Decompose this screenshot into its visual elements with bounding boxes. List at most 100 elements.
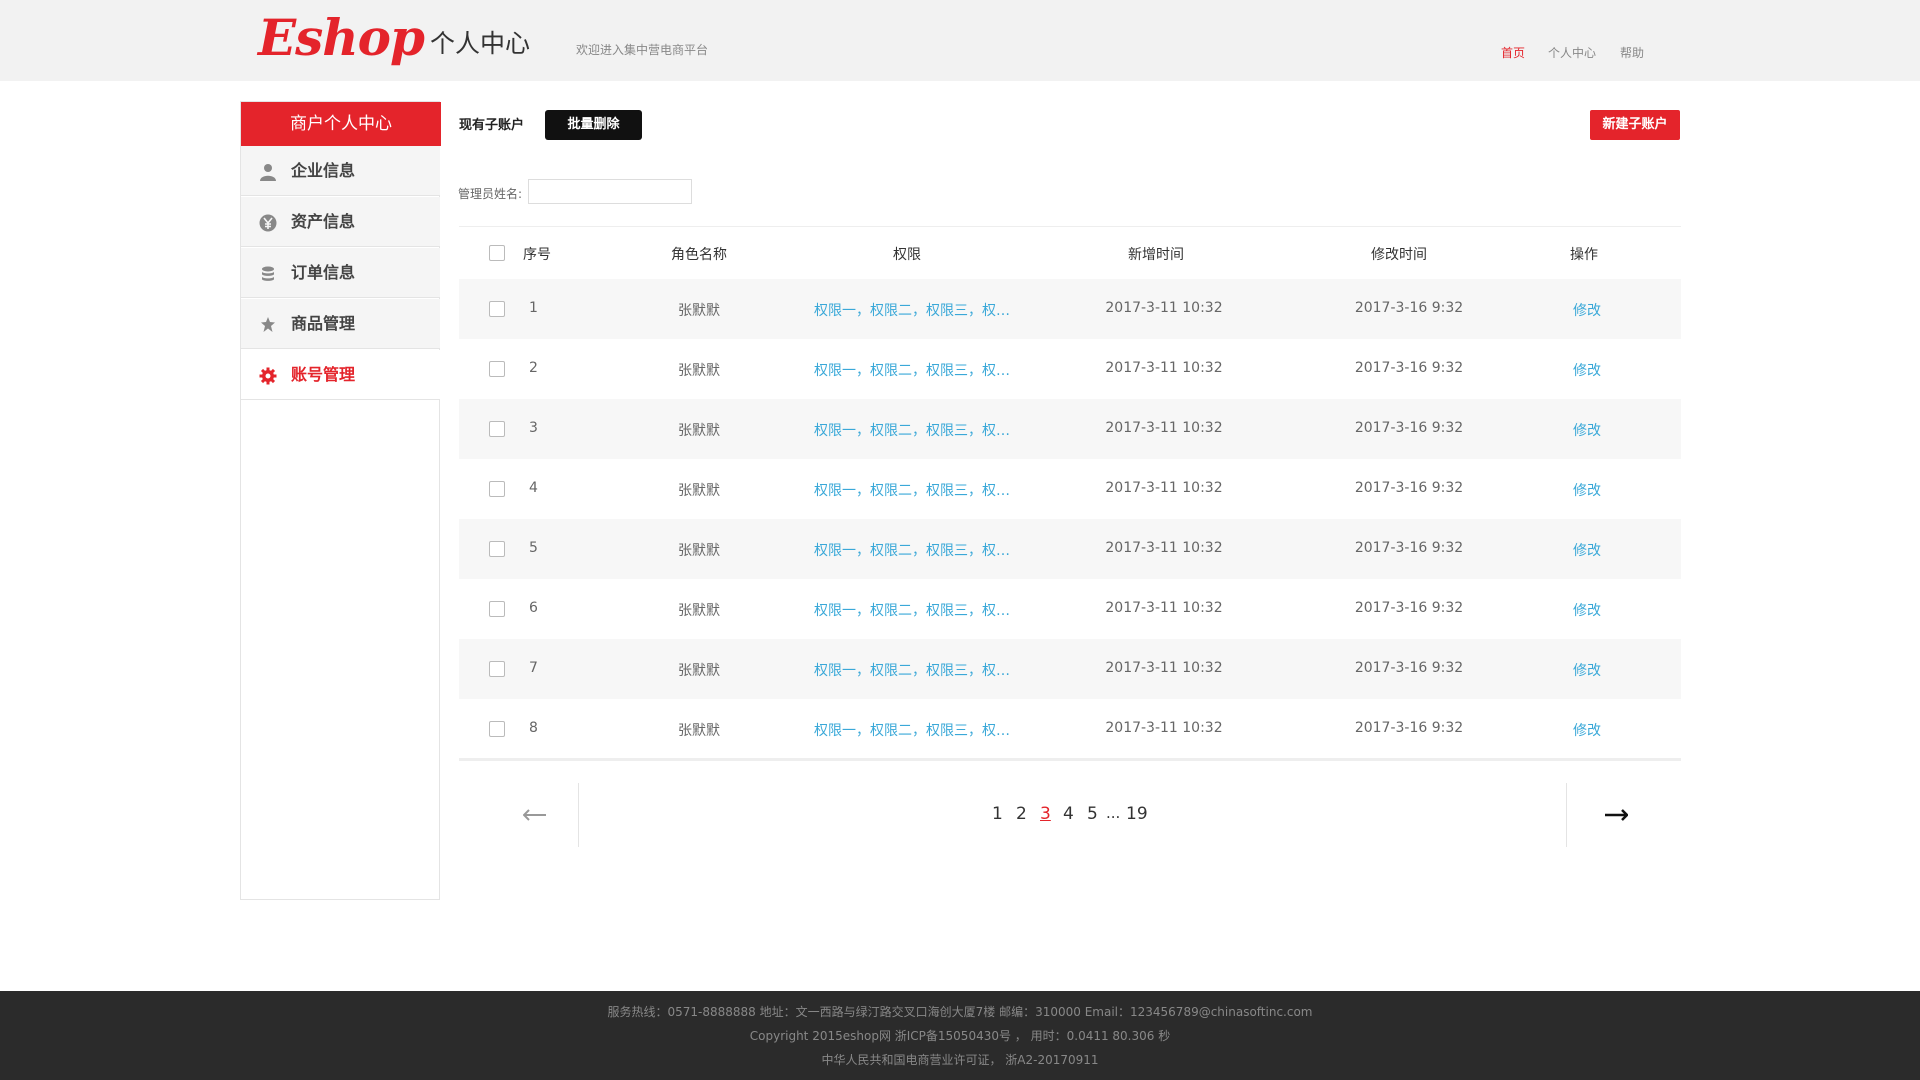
cell-created-time: 2017-3-11 10:32	[1105, 360, 1223, 376]
footer-contact-line: 服务热线：0571-8888888 地址：文一西路与绿汀路交叉口海创大厦7楼 邮…	[607, 1005, 1313, 1019]
row-checkbox[interactable]	[489, 361, 505, 377]
cell-role-name: 张默默	[678, 363, 720, 379]
edit-link[interactable]: 修改	[1573, 420, 1601, 440]
cell-permissions[interactable]: 权限一，权限二，权限三，权…	[814, 360, 1010, 380]
page-2-link[interactable]: 2	[1016, 804, 1027, 824]
arrow-left-icon	[523, 809, 546, 821]
cell-no: 4	[529, 480, 538, 496]
cell-role-name: 张默默	[678, 603, 720, 619]
row-checkbox[interactable]	[489, 301, 505, 317]
sidebar-item-label: 企业信息	[291, 161, 356, 180]
page-4-link[interactable]: 4	[1063, 804, 1074, 824]
cell-permissions[interactable]: 权限一，权限二，权限三，权…	[814, 660, 1010, 680]
cell-modified-time: 2017-3-16 9:32	[1354, 660, 1464, 676]
cell-role-name: 张默默	[678, 723, 720, 739]
cell-created-time: 2017-3-11 10:32	[1105, 300, 1223, 316]
page-3-link[interactable]: 3	[1040, 804, 1051, 824]
cell-permissions[interactable]: 权限一，权限二，权限三，权…	[814, 600, 1010, 620]
edit-link[interactable]: 修改	[1573, 360, 1601, 380]
sidebar-item-label: 资产信息	[291, 212, 356, 231]
cell-permissions[interactable]: 权限一，权限二，权限三，权…	[814, 480, 1010, 500]
prev-page-button[interactable]	[459, 783, 579, 847]
column-header-permissions: 权限	[893, 247, 921, 263]
page-title: 个人中心	[430, 29, 531, 58]
sub-accounts-label: 现有子账户	[459, 118, 525, 133]
row-checkbox[interactable]	[489, 661, 505, 677]
edit-link[interactable]: 修改	[1573, 660, 1601, 680]
cell-modified-time: 2017-3-16 9:32	[1354, 300, 1464, 316]
batch-delete-button[interactable]: 批量删除	[545, 110, 642, 140]
user-icon	[260, 164, 276, 181]
table-header: 序号 角色名称 权限 新增时间 修改时间 操作	[459, 227, 1681, 279]
welcome-text: 欢迎进入集中营电商平台	[576, 43, 709, 57]
edit-link[interactable]: 修改	[1573, 540, 1601, 560]
table-row: 7 张默默 权限一，权限二，权限三，权… 2017-3-11 10:32 201…	[459, 639, 1681, 699]
column-header-actions: 操作	[1570, 247, 1598, 263]
cell-permissions[interactable]: 权限一，权限二，权限三，权…	[814, 540, 1010, 560]
sidebar-item-product-management[interactable]: 商品管理	[241, 299, 440, 349]
edit-link[interactable]: 修改	[1573, 600, 1601, 620]
page-5-link[interactable]: 5	[1087, 804, 1098, 824]
cell-created-time: 2017-3-11 10:32	[1105, 660, 1223, 676]
sidebar-item-asset-info[interactable]: 资产信息	[241, 197, 440, 247]
cell-created-time: 2017-3-11 10:32	[1105, 600, 1223, 616]
cell-no: 5	[529, 540, 538, 556]
sidebar-item-label: 账号管理	[291, 365, 356, 384]
column-header-no: 序号	[523, 247, 551, 263]
edit-link[interactable]: 修改	[1573, 300, 1601, 320]
cell-created-time: 2017-3-11 10:32	[1105, 720, 1223, 736]
cell-role-name: 张默默	[678, 303, 720, 319]
cell-role-name: 张默默	[678, 543, 720, 559]
table-row: 8 张默默 权限一，权限二，权限三，权… 2017-3-11 10:32 201…	[459, 699, 1681, 759]
cell-modified-time: 2017-3-16 9:32	[1354, 420, 1464, 436]
sidebar-item-label: 商品管理	[291, 314, 356, 333]
admin-name-input[interactable]	[528, 179, 692, 204]
cell-no: 2	[529, 360, 538, 376]
edit-link[interactable]: 修改	[1573, 480, 1601, 500]
cell-no: 8	[529, 720, 538, 736]
cell-modified-time: 2017-3-16 9:32	[1354, 600, 1464, 616]
row-checkbox[interactable]	[489, 421, 505, 437]
table-row: 2 张默默 权限一，权限二，权限三，权… 2017-3-11 10:32 201…	[459, 339, 1681, 399]
cell-role-name: 张默默	[678, 423, 720, 439]
logo[interactable]: Eshop	[258, 8, 425, 67]
cell-modified-time: 2017-3-16 9:32	[1354, 480, 1464, 496]
table-row: 3 张默默 权限一，权限二，权限三，权… 2017-3-11 10:32 201…	[459, 399, 1681, 459]
yen-icon	[259, 214, 277, 232]
pin-icon	[261, 317, 275, 332]
page-1-link[interactable]: 1	[992, 804, 1003, 824]
edit-link[interactable]: 修改	[1573, 720, 1601, 740]
page-19-link[interactable]: 19	[1126, 804, 1148, 824]
column-header-created-time: 新增时间	[1128, 247, 1184, 263]
top-header: Eshop 个人中心 欢迎进入集中营电商平台 首页 个人中心 帮助	[0, 0, 1920, 81]
row-checkbox[interactable]	[489, 601, 505, 617]
arrow-right-icon	[1605, 809, 1628, 821]
select-all-checkbox[interactable]	[489, 245, 505, 261]
cell-modified-time: 2017-3-16 9:32	[1354, 540, 1464, 556]
column-header-role-name: 角色名称	[671, 247, 727, 263]
table-row: 4 张默默 权限一，权限二，权限三，权… 2017-3-11 10:32 201…	[459, 459, 1681, 519]
cell-role-name: 张默默	[678, 483, 720, 499]
pagination: 1 2 3 4 5 ... 19	[459, 783, 1681, 847]
row-checkbox[interactable]	[489, 721, 505, 737]
next-page-button[interactable]	[1566, 783, 1681, 847]
row-checkbox[interactable]	[489, 481, 505, 497]
table-row: 6 张默默 权限一，权限二，权限三，权… 2017-3-11 10:32 201…	[459, 579, 1681, 639]
nav-help-link[interactable]: 帮助	[1620, 44, 1644, 61]
nav-personal-center-link[interactable]: 个人中心	[1548, 44, 1596, 61]
gear-icon	[259, 367, 277, 385]
sidebar: 商户个人中心 企业信息 资产信息 订单信息 商品管理 账号管理	[240, 101, 441, 900]
cell-permissions[interactable]: 权限一，权限二，权限三，权…	[814, 300, 1010, 320]
row-checkbox[interactable]	[489, 541, 505, 557]
sidebar-item-order-info[interactable]: 订单信息	[241, 248, 440, 298]
cell-permissions[interactable]: 权限一，权限二，权限三，权…	[814, 720, 1010, 740]
database-icon	[262, 266, 274, 281]
nav-home-link[interactable]: 首页	[1501, 44, 1525, 61]
sidebar-item-account-management[interactable]: 账号管理	[241, 350, 440, 400]
new-sub-account-button[interactable]: 新建子账户	[1590, 110, 1680, 140]
table-row: 5 张默默 权限一，权限二，权限三，权… 2017-3-11 10:32 201…	[459, 519, 1681, 579]
cell-permissions[interactable]: 权限一，权限二，权限三，权…	[814, 420, 1010, 440]
sidebar-item-company-info[interactable]: 企业信息	[241, 146, 440, 196]
sidebar-item-label: 订单信息	[291, 263, 356, 282]
footer: 服务热线：0571-8888888 地址：文一西路与绿汀路交叉口海创大厦7楼 邮…	[0, 991, 1920, 1080]
